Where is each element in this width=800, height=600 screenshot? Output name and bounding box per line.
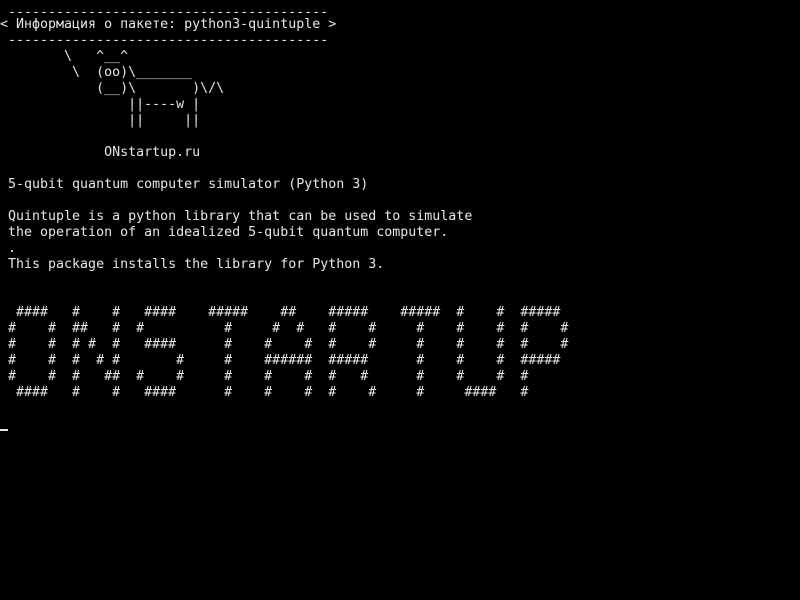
description-line-3: This package installs the library for Py… [0,257,385,272]
description-dot: . [0,241,17,256]
cowsay-title: < Информация о пакете: python3-quintuple… [0,17,337,32]
banner-line-2: # # ## # # # # # # # # # # # # [0,321,569,336]
banner-line-1: #### # # #### ##### ## ##### ##### # # #… [0,305,561,320]
terminal-screen[interactable]: ----------------------------------------… [0,0,800,600]
site-label: ONstartup.ru [0,145,201,160]
banner-line-5: # # # ## # # # # # # # # # # # [0,369,529,384]
description-line-2: the operation of an idealized 5-qubit qu… [0,225,449,240]
banner-line-4: # # # # # # # ###### ##### # # # ##### [0,353,561,368]
banner-line-3: # # # # # #### # # # # # # # # # # [0,337,569,352]
cow-art-line-5: || || [0,113,201,128]
cow-art-line-3: (__)\ )\/\ [0,81,225,96]
description-line-1: Quintuple is a python library that can b… [0,209,473,224]
package-summary: 5-qubit quantum computer simulator (Pyth… [0,177,369,192]
cow-art-line-2: \ (oo)\_______ [0,65,193,80]
cow-art-line-1: \ ^__^ [0,49,129,64]
cow-art-line-4: ||----w | [0,97,201,112]
banner-line-6: #### # # #### # # # # # # #### # [0,385,529,400]
text-cursor [0,429,8,431]
cowsay-bottom-border: ---------------------------------------- [0,33,329,48]
